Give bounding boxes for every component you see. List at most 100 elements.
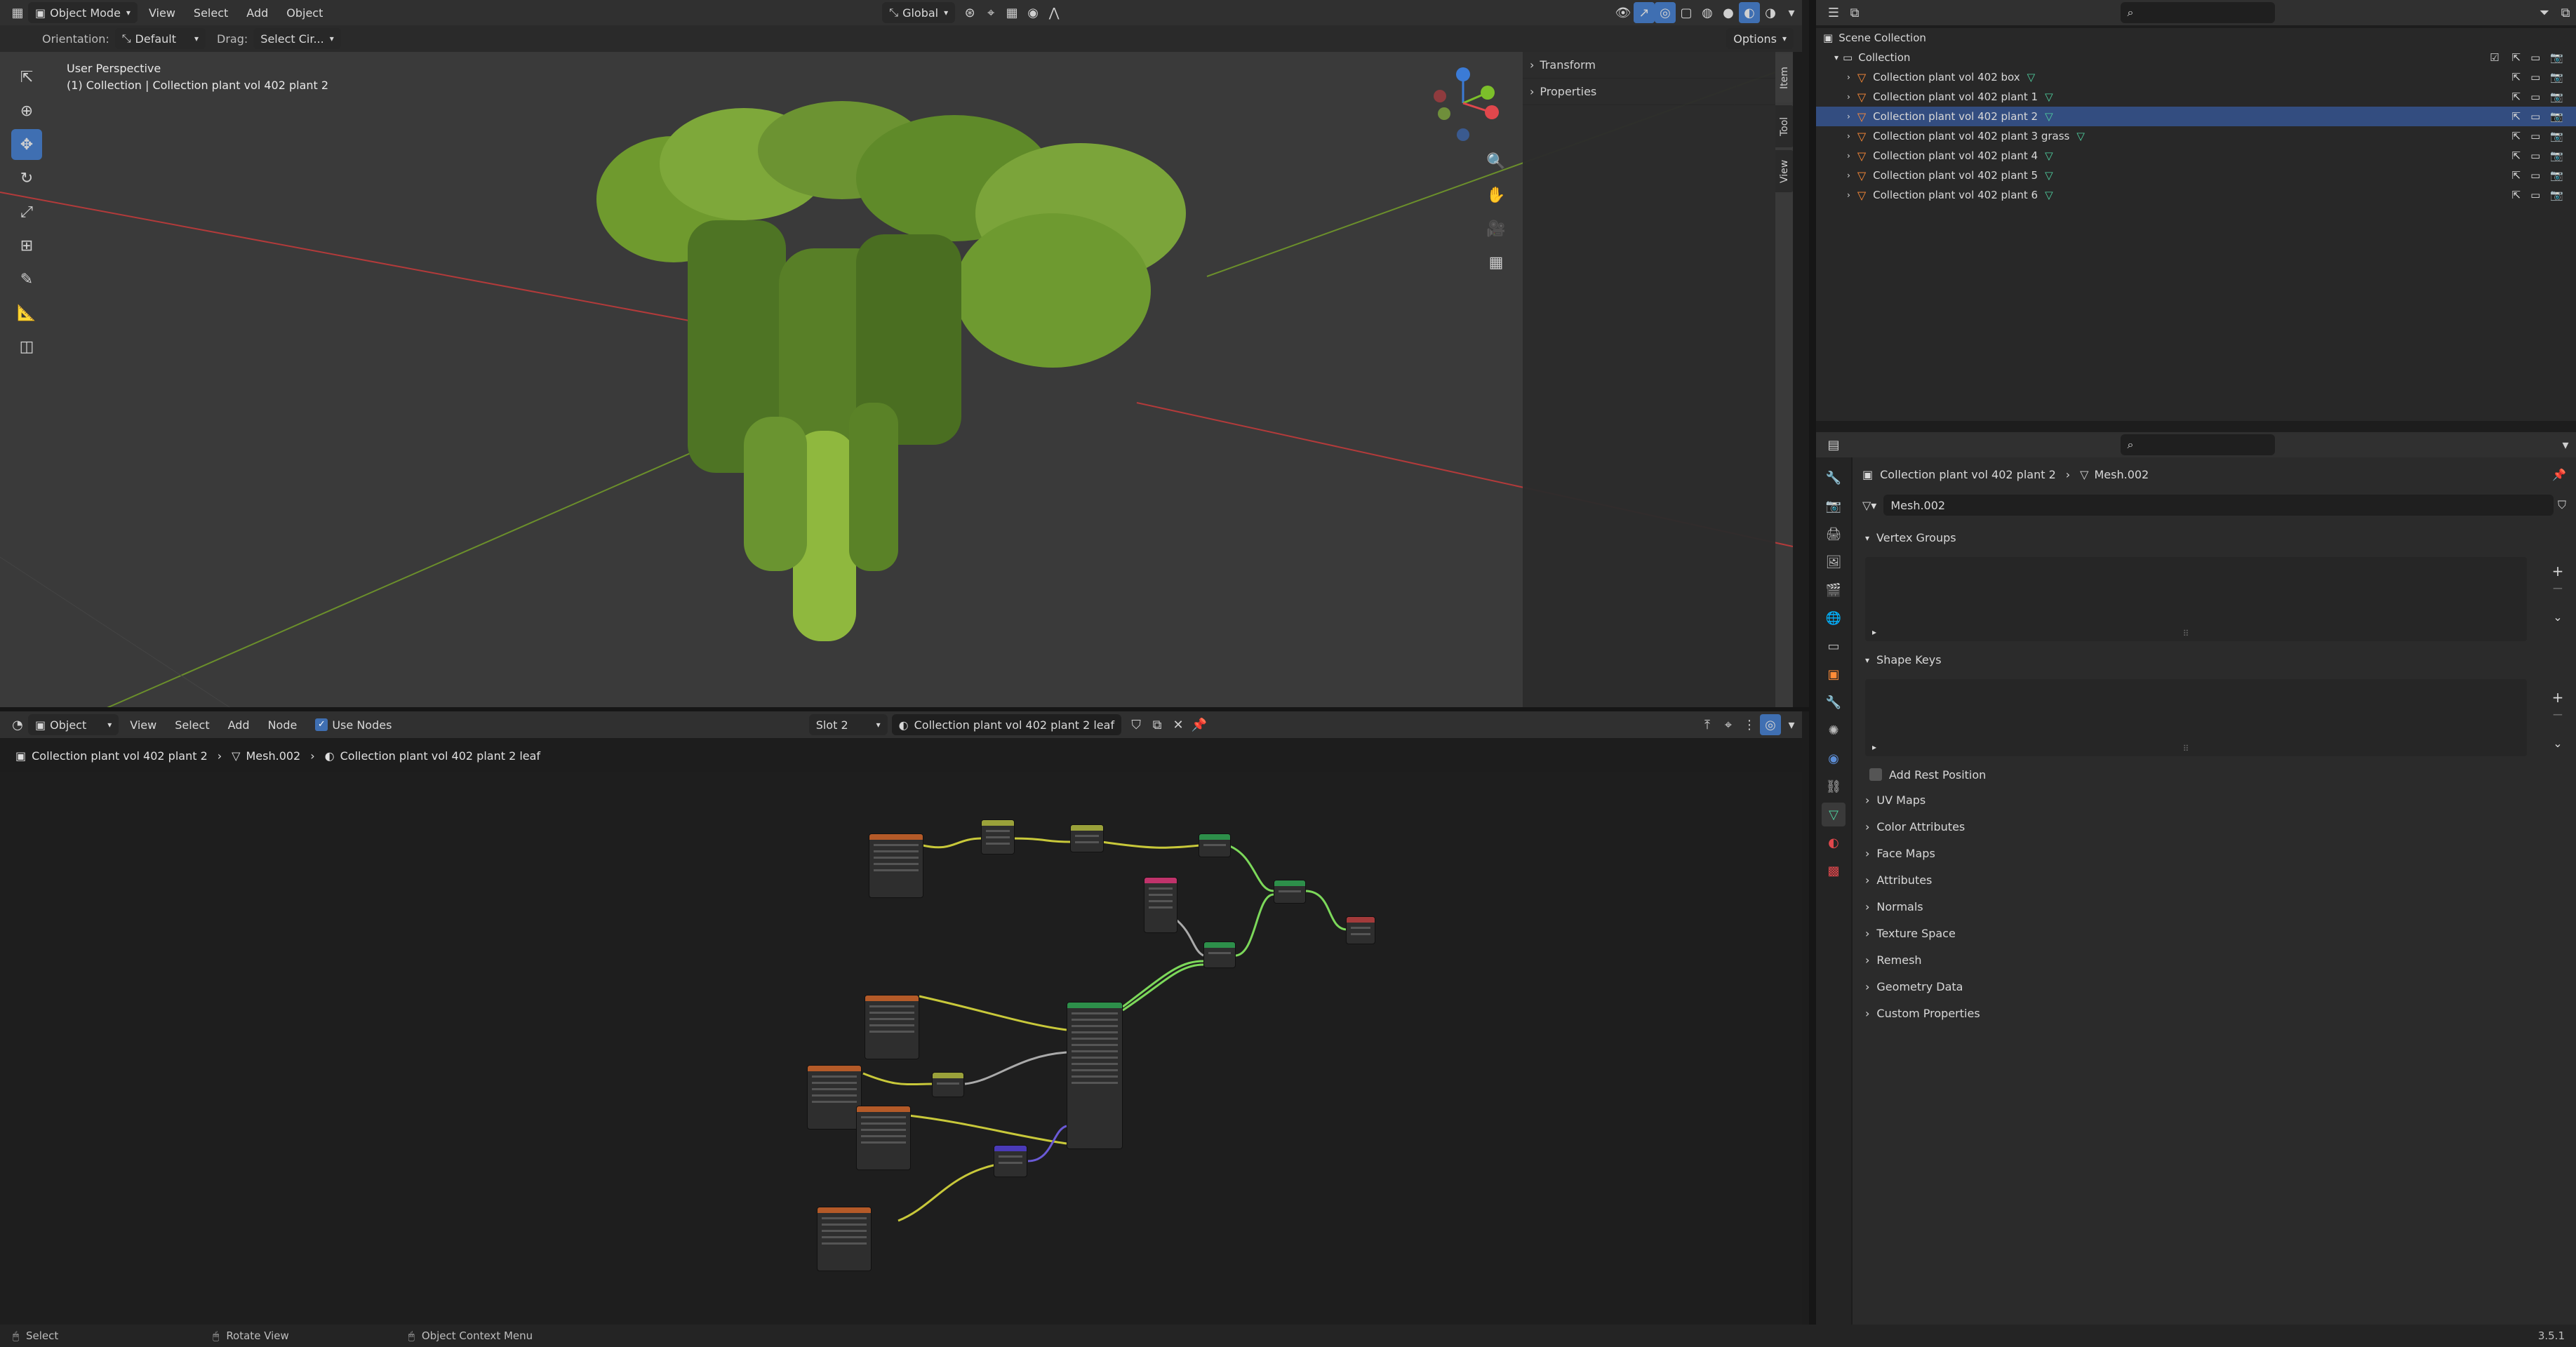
render-camera-icon[interactable]: 📷 xyxy=(2550,71,2563,83)
use-nodes-toggle[interactable]: ✓ Use Nodes xyxy=(308,714,399,735)
node-menu-select[interactable]: Select xyxy=(168,714,216,735)
checkbox-checked-icon[interactable]: ✓ xyxy=(315,718,328,731)
collection-row[interactable]: ▾ ▭ Collection ☑ ⇱ ▭ 📷 xyxy=(1816,48,2576,67)
node-menu-node[interactable]: Node xyxy=(261,714,305,735)
material-shading-icon[interactable]: ◐ xyxy=(1739,2,1761,23)
add-shape-key-icon[interactable]: + xyxy=(2547,689,2568,706)
editor-type-icon[interactable]: ◔ xyxy=(7,714,28,735)
transform-tool-icon[interactable]: ⊞ xyxy=(11,230,42,261)
outliner-search-input[interactable]: ⌕ xyxy=(2120,2,2275,23)
scene-collection-row[interactable]: ▣ Scene Collection xyxy=(1816,28,2576,48)
selectable-arrow-icon[interactable]: ⇱ xyxy=(2512,51,2521,64)
menu-add[interactable]: Add xyxy=(239,2,275,23)
cursor-tool-icon[interactable]: ⊕ xyxy=(11,95,42,126)
view-layer-tab-icon[interactable]: 🖼 xyxy=(1822,550,1846,574)
falloff-icon[interactable]: ⋀ xyxy=(1043,2,1065,23)
node-image-texture-3[interactable] xyxy=(807,1065,862,1130)
proportional-edit-icon[interactable]: ◉ xyxy=(1022,2,1043,23)
node-b[interactable] xyxy=(1070,824,1104,852)
node-material-output[interactable] xyxy=(1346,916,1375,944)
node-overlay-icon[interactable]: ◎ xyxy=(1760,714,1781,735)
display-mode-icon[interactable]: ⧉ xyxy=(1844,2,1865,23)
zoom-icon[interactable]: 🔍 xyxy=(1481,146,1511,177)
constraints-tab-icon[interactable]: ⛓ xyxy=(1822,775,1846,798)
chevron-right-icon[interactable]: › xyxy=(1847,151,1850,161)
render-camera-icon[interactable]: 📷 xyxy=(2550,189,2563,201)
solid-shading-icon[interactable]: ● xyxy=(1718,2,1739,23)
collapsed-panel-header[interactable]: › Remesh xyxy=(1853,947,2576,974)
viewport-display-icon[interactable]: ▭ xyxy=(2530,169,2540,182)
add-cube-tool-icon[interactable]: ◫ xyxy=(11,331,42,362)
collection-checkbox-icon[interactable]: ☑ xyxy=(2490,51,2499,64)
area-divider-vertical[interactable] xyxy=(1809,0,1816,1325)
selectable-arrow-icon[interactable]: ⇱ xyxy=(2512,91,2521,103)
menu-view[interactable]: View xyxy=(142,2,182,23)
collapsed-panel-header[interactable]: › Geometry Data xyxy=(1853,974,2576,1000)
add-rest-position-checkbox[interactable] xyxy=(1869,768,1882,781)
tab-tool[interactable]: Tool xyxy=(1775,105,1793,147)
material-selector[interactable]: ◐ Collection plant vol 402 plant 2 leaf xyxy=(891,714,1122,735)
node-d[interactable] xyxy=(1144,877,1177,933)
snap-settings-icon[interactable]: ⋮ xyxy=(1739,714,1760,735)
editor-type-icon[interactable]: ▤ xyxy=(1823,434,1844,455)
viewport-display-icon[interactable]: ▭ xyxy=(2530,110,2540,123)
collapsed-panel-header[interactable]: › Texture Space xyxy=(1853,920,2576,947)
shape-key-specials-icon[interactable]: ⌄ xyxy=(2547,737,2568,750)
shading-options-icon[interactable]: ▾ xyxy=(1781,2,1802,23)
mode-dropdown[interactable]: ▣ Object Mode ▾ xyxy=(28,2,138,23)
node-menu-add[interactable]: Add xyxy=(221,714,257,735)
render-camera-icon[interactable]: 📷 xyxy=(2550,149,2563,162)
world-tab-icon[interactable]: 🌐 xyxy=(1822,606,1846,630)
remove-vertex-group-icon[interactable]: − xyxy=(2547,579,2568,596)
render-tab-icon[interactable]: 📷 xyxy=(1822,494,1846,518)
collapsed-panel-header[interactable]: › Normals xyxy=(1853,894,2576,920)
snap-node-icon[interactable]: ⌖ xyxy=(1718,714,1739,735)
options-dropdown[interactable]: Options ▾ xyxy=(1726,28,1794,49)
fake-user-shield-icon[interactable]: ⛉ xyxy=(1126,714,1147,735)
snap-grid-icon[interactable]: ▦ xyxy=(1001,2,1022,23)
shape-keys-list[interactable]: ▸ ⠿ xyxy=(1865,679,2527,756)
measure-tool-icon[interactable]: 📐 xyxy=(11,297,42,328)
collapsed-panel-header[interactable]: › Face Maps xyxy=(1853,840,2576,867)
rendered-shading-icon[interactable]: ◑ xyxy=(1760,2,1781,23)
ortho-grid-icon[interactable]: ▦ xyxy=(1481,247,1511,278)
list-resize-handle-icon[interactable]: ⠿ xyxy=(2183,629,2189,638)
remove-shape-key-icon[interactable]: − xyxy=(2547,706,2568,723)
menu-object[interactable]: Object xyxy=(279,2,330,23)
visibility-icon[interactable]: 👁 xyxy=(1613,2,1634,23)
viewport-display-icon[interactable]: ▭ xyxy=(2530,71,2540,83)
node-f[interactable] xyxy=(1203,941,1236,968)
properties-panel-header[interactable]: › Properties xyxy=(1523,79,1775,105)
node-editor-canvas[interactable] xyxy=(0,772,1802,1325)
vertex-groups-panel-header[interactable]: ▾ Vertex Groups xyxy=(1853,525,2576,551)
move-tool-icon[interactable]: ✥ xyxy=(11,129,42,160)
duplicate-material-icon[interactable]: ⧉ xyxy=(1147,714,1168,735)
chevron-right-icon[interactable]: › xyxy=(1847,112,1850,121)
gizmo-toggle-icon[interactable]: ↗ xyxy=(1634,2,1655,23)
mesh-name-field[interactable]: Mesh.002 xyxy=(1883,495,2554,516)
render-camera-icon[interactable]: 📷 xyxy=(2550,110,2563,123)
pin-icon[interactable]: 📌 xyxy=(1189,714,1210,735)
collapsed-panel-header[interactable]: › UV Maps xyxy=(1853,787,2576,814)
viewport-display-icon[interactable]: ▭ xyxy=(2530,149,2540,162)
tool-tab-icon[interactable]: 🔧 xyxy=(1822,466,1846,490)
node-a[interactable] xyxy=(981,819,1015,855)
new-collection-icon[interactable]: ⧉ xyxy=(2555,2,2576,23)
scale-tool-icon[interactable]: ⤢ xyxy=(11,196,42,227)
select-tool-icon[interactable]: ⇱ xyxy=(11,62,42,93)
object-tab-icon[interactable]: ▣ xyxy=(1822,662,1846,686)
render-camera-icon[interactable]: 📷 xyxy=(2550,169,2563,182)
camera-icon[interactable]: 🎥 xyxy=(1481,213,1511,244)
vertex-group-specials-icon[interactable]: ⌄ xyxy=(2547,610,2568,624)
transform-panel-header[interactable]: › Transform xyxy=(1523,52,1775,79)
chevron-right-icon[interactable]: › xyxy=(1847,92,1850,102)
node-overlay-options-icon[interactable]: ▾ xyxy=(1781,714,1802,735)
node-c[interactable] xyxy=(1199,833,1231,857)
collection-tab-icon[interactable]: ▭ xyxy=(1822,634,1846,658)
render-camera-icon[interactable]: 📷 xyxy=(2550,91,2563,103)
chevron-down-icon[interactable]: ▾ xyxy=(2555,434,2576,455)
render-camera-icon[interactable]: 📷 xyxy=(2550,51,2563,64)
list-resize-handle-icon[interactable]: ⠿ xyxy=(2183,744,2189,753)
selectable-arrow-icon[interactable]: ⇱ xyxy=(2512,110,2521,123)
node-g[interactable] xyxy=(932,1072,964,1097)
